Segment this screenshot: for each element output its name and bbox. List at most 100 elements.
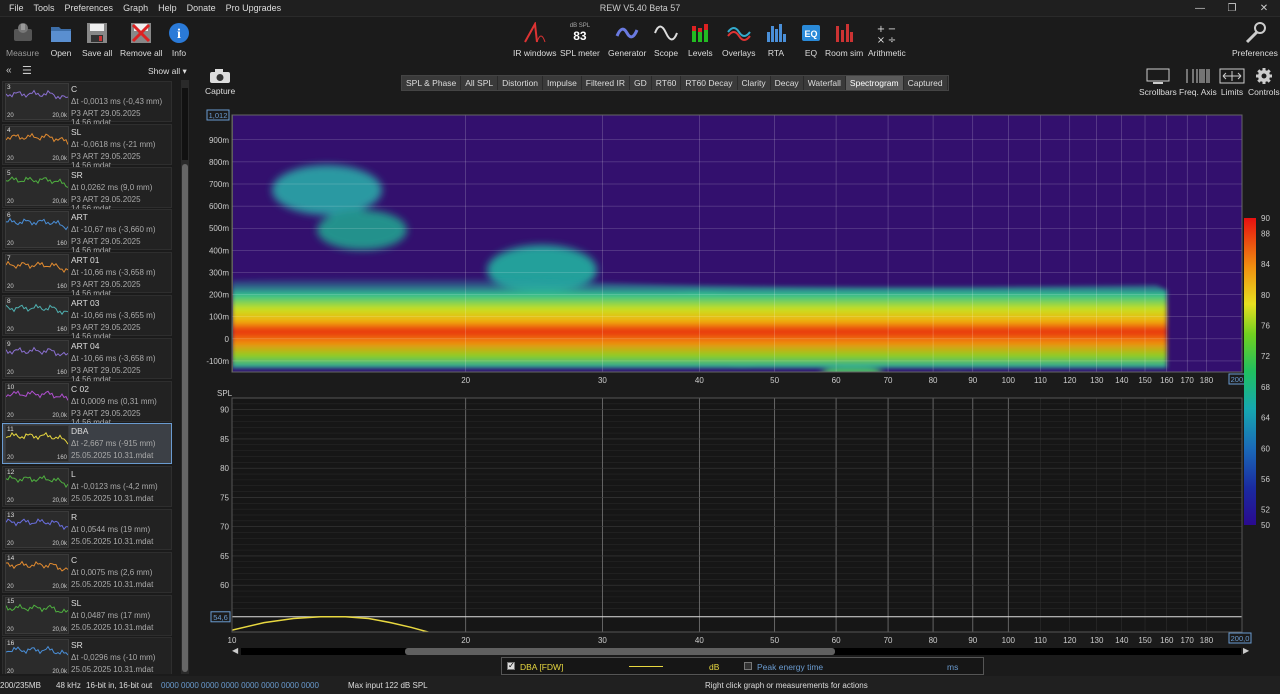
menu-donate[interactable]: Donate <box>182 3 221 13</box>
tab-captured[interactable]: Captured <box>904 76 948 90</box>
measurement-thumbnail: 11 20 160 <box>5 425 69 463</box>
list-menu-icon[interactable]: ☰ <box>22 64 32 77</box>
preferences-button[interactable]: Preferences <box>1232 21 1278 58</box>
menu-file[interactable]: File <box>4 3 29 13</box>
measurement-delay: Δt 0,0009 ms (0,31 mm) <box>71 396 157 406</box>
tab-waterfall[interactable]: Waterfall <box>804 76 846 90</box>
scroll-left-icon[interactable]: ◀ <box>232 646 238 655</box>
tab-decay[interactable]: Decay <box>771 76 804 90</box>
menu-help[interactable]: Help <box>153 3 182 13</box>
freq-axis-label: Freq. Axis <box>1179 87 1217 97</box>
tab-distortion[interactable]: Distortion <box>498 76 544 90</box>
peak-energy-checkbox[interactable] <box>744 662 752 670</box>
freq-tick-label: 60 <box>832 376 841 385</box>
chevron-down-icon: ▾ <box>182 66 187 76</box>
scope-button[interactable]: Scope <box>654 21 678 58</box>
measurement-thumbnail: 7 20 160 <box>5 254 69 292</box>
tab-spl-phase[interactable]: SPL & Phase <box>402 76 462 90</box>
horizontal-scrollbar[interactable] <box>241 648 1241 655</box>
svg-text:i: i <box>177 27 181 42</box>
spl-meter-button[interactable]: dB SPL 83 SPL meter <box>560 21 600 58</box>
eq-button[interactable]: EQ EQ <box>801 21 821 58</box>
spl-meter-label: SPL meter <box>560 48 600 58</box>
spl-freq-tick-label: 40 <box>695 636 704 645</box>
measurement-delay: Δt 0,0487 ms (17 mm) <box>71 610 151 620</box>
measurements-scrollbar[interactable] <box>181 80 189 674</box>
time-tick-label: 100m <box>209 313 229 322</box>
menu-pro-upgrades[interactable]: Pro Upgrades <box>221 3 287 13</box>
tab-impulse[interactable]: Impulse <box>543 76 582 90</box>
levels-button[interactable]: Levels <box>688 21 713 58</box>
thumbnail-min-label: 20 <box>7 583 14 590</box>
info-button[interactable]: i Info <box>168 21 190 58</box>
measurement-item[interactable]: 14 20 20,0k C Δt 0,0075 ms (2,6 mm) 25.05.202… <box>2 551 172 593</box>
measurement-item[interactable]: 3 20 20,0k C Δt -0,0013 ms (-0,43 mm) P3 ART … <box>2 81 172 127</box>
overlays-button[interactable]: Overlays <box>722 21 756 58</box>
measurement-item[interactable]: 7 20 160 ART 01 Δt -10,66 ms (-3,658 m) P3 AR… <box>2 252 172 298</box>
horizontal-scrollbar-thumb[interactable] <box>405 648 835 655</box>
thumbnail-max-label: 160 <box>56 284 67 291</box>
spl-plot[interactable]: SPL 90 85 80 75 70 65 60 10 20 30 40 50 60 70 80 90 100 11… <box>210 389 1252 645</box>
measurement-item[interactable]: 10 20 20,0k C 02 Δt 0,0009 ms (0,31 mm) P3 AR… <box>2 380 172 427</box>
measurement-item[interactable]: 16 20 20,0k SR Δt -0,0296 ms (-10 mm) 25.05.2… <box>2 637 172 674</box>
arithmetic-icon: + −× ÷ <box>877 24 896 44</box>
menu-tools[interactable]: Tools <box>29 3 60 13</box>
tab-all-spl[interactable]: All SPL <box>461 76 499 90</box>
tab-clarity[interactable]: Clarity <box>738 76 771 90</box>
measurement-number: 14 <box>7 554 15 562</box>
open-button[interactable]: Open <box>50 21 72 58</box>
capture-button[interactable]: Capture <box>205 68 235 96</box>
color-scale-bar <box>1244 218 1256 525</box>
graph-area[interactable]: 20 30 40 50 60 70 80 90 100 110 120 130 140 150 160 170… <box>195 100 1280 652</box>
spl-freq-tick-label: 20 <box>461 636 470 645</box>
restore-icon[interactable]: ❐ <box>1216 0 1248 17</box>
measurement-thumbnail: 6 20 160 <box>5 211 69 249</box>
measurement-item[interactable]: 5 20 20,0k SR Δt 0,0262 ms (9,0 mm) P3 ART 29… <box>2 166 172 213</box>
color-scale-label: 56 <box>1261 475 1270 484</box>
remove-all-button[interactable]: Remove all <box>120 21 163 58</box>
freq-axis-button[interactable]: Freq. Axis <box>1179 68 1217 97</box>
freq-tick-label: 80 <box>929 376 938 385</box>
collapse-icon[interactable]: « <box>6 65 12 76</box>
measurement-item[interactable]: 13 20 20,0k R Δt 0,0544 ms (19 mm) 25.05.2025… <box>2 509 172 550</box>
measure-button[interactable]: Measure <box>6 21 39 58</box>
measurement-item[interactable]: 6 20 160 ART Δt -10,67 ms (-3,660 m) P3 ART 2… <box>2 209 172 255</box>
menu-graph[interactable]: Graph <box>118 3 153 13</box>
measurement-delay: Δt -0,0618 ms (-21 mm) <box>71 139 156 149</box>
tab-rt60-decay[interactable]: RT60 Decay <box>681 76 738 90</box>
generator-button[interactable]: Generator <box>608 21 646 58</box>
measurement-item[interactable]: 15 20 20,0k SL Δt 0,0487 ms (17 mm) 25.05.202… <box>2 594 172 636</box>
color-scale-label: 72 <box>1261 352 1270 361</box>
scrollbars-button[interactable]: Scrollbars <box>1139 68 1177 97</box>
ir-windows-button[interactable]: IR windows <box>513 21 556 58</box>
tab-gd[interactable]: GD <box>630 76 652 90</box>
scrollbar-thumb[interactable] <box>182 164 188 672</box>
info-icon: i <box>169 23 189 43</box>
freq-tick-label: 130 <box>1090 376 1104 385</box>
measurement-item[interactable]: 9 20 160 ART 04 Δt -10,66 ms (-3,658 m) P3 AR… <box>2 337 172 384</box>
menu-preferences[interactable]: Preferences <box>60 3 119 13</box>
show-all-dropdown[interactable]: Show all ▾ <box>148 66 187 77</box>
limits-button[interactable]: Limits <box>1219 68 1245 97</box>
measurement-item[interactable]: 11 20 160 DBA Δt -2,667 ms (-915 mm) 25.05.20… <box>2 423 172 465</box>
measurement-item[interactable]: 8 20 160 ART 03 Δt -10,66 ms (-3,655 m) P3 AR… <box>2 295 172 341</box>
rta-button[interactable]: RTA <box>766 21 786 58</box>
measurement-item[interactable]: 4 20 20,0k SL Δt -0,0618 ms (-21 mm) P3 ART 2… <box>2 123 172 170</box>
arithmetic-button[interactable]: + − × ÷ Arithmetic <box>868 21 906 58</box>
measurement-thumbnail: 9 20 160 <box>5 339 69 377</box>
thumbnail-max-label: 20,0k <box>52 626 67 633</box>
measurement-item[interactable]: 12 20 20,0k L Δt -0,0123 ms (-4,2 mm) 25.05.2… <box>2 466 172 508</box>
thumbnail-max-label: 160 <box>56 327 67 333</box>
capture-label: Capture <box>205 86 236 96</box>
save-all-button[interactable]: Save all <box>82 21 112 58</box>
room-sim-button[interactable]: Room sim <box>825 21 863 58</box>
scroll-right-icon[interactable]: ▶ <box>1243 646 1249 655</box>
tab-spectrogram[interactable]: Spectrogram <box>845 76 904 90</box>
series-checkbox[interactable]: ✓ <box>507 661 515 670</box>
tab-rt60[interactable]: RT60 <box>652 76 682 90</box>
tab-filtered-ir[interactable]: Filtered IR <box>582 76 631 90</box>
minimize-icon[interactable]: — <box>1184 0 1216 17</box>
max-input: Max input 122 dB SPL <box>348 681 428 690</box>
controls-button[interactable]: Controls <box>1248 68 1280 97</box>
close-icon[interactable]: ✕ <box>1248 0 1280 17</box>
